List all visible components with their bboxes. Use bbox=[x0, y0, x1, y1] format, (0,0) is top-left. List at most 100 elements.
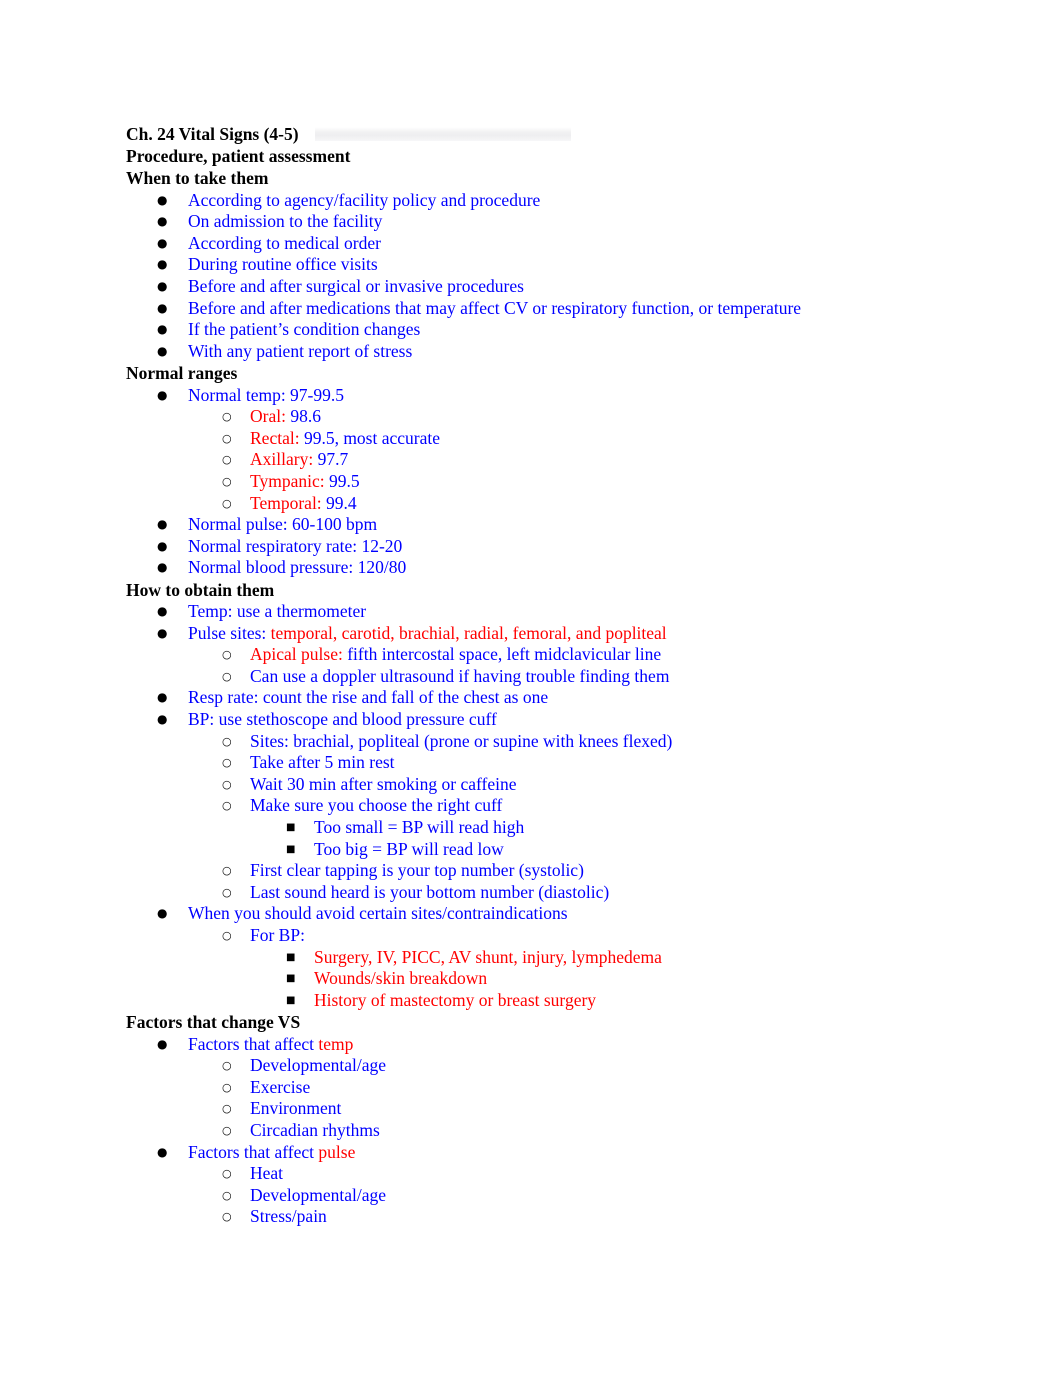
document-body: Ch. 24 Vital Signs (4-5) Procedure, pati… bbox=[126, 123, 926, 1228]
bullet-disc-icon: ● bbox=[157, 387, 168, 402]
bullet-disc-icon: ● bbox=[157, 1036, 168, 1051]
list-item-text: First clear tapping is your top number (… bbox=[250, 860, 584, 881]
list-item-text: Developmental/age bbox=[250, 1184, 387, 1205]
list-item-text: According to agency/facility policy and … bbox=[188, 189, 541, 210]
list-item: ● Before and after medications that may … bbox=[126, 298, 926, 320]
list-item: ○ Wait 30 min after smoking or caffeine bbox=[126, 774, 926, 796]
list-item: ○ Rectal: 99.5, most accurate bbox=[126, 428, 926, 450]
bullet-disc-icon: ● bbox=[157, 690, 168, 705]
list-item-text: For BP: bbox=[250, 925, 305, 946]
list-item: ○ Oral: 98.6 bbox=[126, 406, 926, 428]
list-item: ○ Circadian rhythms bbox=[126, 1120, 926, 1142]
temp-route-value: 99.5 bbox=[324, 470, 360, 491]
list-item: ○ Exercise bbox=[126, 1077, 926, 1099]
bullet-circle-icon: ○ bbox=[222, 648, 232, 662]
bullet-disc-icon: ● bbox=[157, 192, 168, 207]
list-item: ● Normal temp: 97-99.5 bbox=[126, 385, 926, 407]
list-item: ○ Can use a doppler ultrasound if having… bbox=[126, 666, 926, 688]
factors-temp-label: Factors that affect bbox=[188, 1033, 319, 1054]
when-to-take-list: ● According to agency/facility policy an… bbox=[126, 190, 926, 363]
document-title: Ch. 24 Vital Signs (4-5) bbox=[126, 124, 299, 144]
list-item-text: Resp rate: count the rise and fall of th… bbox=[188, 687, 549, 708]
bullet-disc-icon: ● bbox=[157, 257, 168, 272]
list-item-text: Can use a doppler ultrasound if having t… bbox=[250, 665, 670, 686]
list-item: ● Pulse sites: temporal, carotid, brachi… bbox=[126, 623, 926, 645]
list-item: ● Factors that affect temp bbox=[126, 1034, 926, 1056]
temp-route-value: 99.5, most accurate bbox=[299, 427, 440, 448]
list-item-text: Take after 5 min rest bbox=[250, 752, 395, 773]
factors-temp-keyword: temp bbox=[318, 1033, 354, 1054]
list-item-text: According to medical order bbox=[188, 232, 381, 253]
factors-pulse-keyword: pulse bbox=[318, 1141, 356, 1162]
bullet-disc-icon: ● bbox=[157, 300, 168, 315]
bullet-circle-icon: ○ bbox=[222, 756, 232, 770]
list-item: ● On admission to the facility bbox=[126, 211, 926, 233]
list-item: ○ Axillary: 97.7 bbox=[126, 449, 926, 471]
list-item-text: Wounds/skin breakdown bbox=[314, 968, 488, 989]
bullet-disc-icon: ● bbox=[157, 906, 168, 921]
bullet-disc-icon: ● bbox=[157, 604, 168, 619]
list-item-text: Normal temp: 97-99.5 bbox=[188, 384, 345, 405]
list-item-text: Before and after surgical or invasive pr… bbox=[188, 275, 524, 296]
list-item-text: Circadian rhythms bbox=[250, 1119, 380, 1140]
heading-normal-ranges: Normal ranges bbox=[126, 363, 238, 384]
heading-when-to-take: When to take them bbox=[126, 168, 269, 189]
how-to-obtain-list: ● Temp: use a thermometer ● Pulse sites:… bbox=[126, 601, 926, 1011]
list-item: ● Factors that affect pulse bbox=[126, 1142, 926, 1164]
list-item: ○ Sites: brachial, popliteal (prone or s… bbox=[126, 731, 926, 753]
temp-route-value: 98.6 bbox=[285, 406, 321, 427]
list-item: ■ Too small = BP will read high bbox=[126, 817, 926, 839]
list-item-text: On admission to the facility bbox=[188, 211, 383, 232]
apical-pulse-label: Apical pulse: bbox=[250, 644, 343, 665]
list-item: ○ Take after 5 min rest bbox=[126, 752, 926, 774]
bullet-circle-icon: ○ bbox=[222, 1167, 232, 1181]
bullet-circle-icon: ○ bbox=[222, 864, 232, 878]
bullet-circle-icon: ○ bbox=[222, 1059, 232, 1073]
bullet-circle-icon: ○ bbox=[222, 496, 232, 510]
factors-list: ● Factors that affect temp ○ Development… bbox=[126, 1034, 926, 1228]
list-item: ○ Last sound heard is your bottom number… bbox=[126, 882, 926, 904]
heading-factors-change-vs: Factors that change VS bbox=[126, 1012, 301, 1033]
bullet-circle-icon: ○ bbox=[222, 1123, 232, 1137]
bullet-square-icon: ■ bbox=[286, 843, 296, 855]
list-item: ● According to medical order bbox=[126, 233, 926, 255]
list-item-text: History of mastectomy or breast surgery bbox=[314, 989, 597, 1010]
list-item: ○ Apical pulse: fifth intercostal space,… bbox=[126, 644, 926, 666]
list-item: ● BP: use stethoscope and blood pressure… bbox=[126, 709, 926, 731]
list-item: ● Before and after surgical or invasive … bbox=[126, 276, 926, 298]
bullet-circle-icon: ○ bbox=[222, 474, 232, 488]
bullet-disc-icon: ● bbox=[157, 322, 168, 337]
bullet-circle-icon: ○ bbox=[222, 431, 232, 445]
list-item-text: Normal pulse: 60-100 bpm bbox=[188, 514, 378, 535]
apical-pulse-value: fifth intercostal space, left midclavicu… bbox=[342, 644, 662, 665]
list-item-text: Too small = BP will read high bbox=[314, 817, 525, 838]
list-item: ○ Heat bbox=[126, 1163, 926, 1185]
bullet-circle-icon: ○ bbox=[222, 777, 232, 791]
list-item-text: When you should avoid certain sites/cont… bbox=[188, 903, 568, 924]
list-item: ● Normal pulse: 60-100 bpm bbox=[126, 514, 926, 536]
temp-route-label: Temporal: bbox=[250, 492, 322, 513]
list-item: ● During routine office visits bbox=[126, 254, 926, 276]
temp-route-value: 97.7 bbox=[313, 449, 349, 470]
list-item-text: Normal blood pressure: 120/80 bbox=[188, 557, 407, 578]
factors-pulse-label: Factors that affect bbox=[188, 1141, 319, 1162]
list-item-text: Surgery, IV, PICC, AV shunt, injury, lym… bbox=[314, 946, 662, 967]
list-item-text: BP: use stethoscope and blood pressure c… bbox=[188, 709, 497, 730]
list-item-text: Environment bbox=[250, 1098, 342, 1119]
temp-route-label: Tympanic: bbox=[250, 470, 325, 491]
list-item-text: Normal respiratory rate: 12-20 bbox=[188, 535, 403, 556]
normal-ranges-list: ● Normal temp: 97-99.5 ○ Oral: 98.6 ○ Re… bbox=[126, 385, 926, 579]
bullet-circle-icon: ○ bbox=[222, 1080, 232, 1094]
list-item-text: If the patient’s condition changes bbox=[188, 319, 421, 340]
list-item: ● Normal blood pressure: 120/80 bbox=[126, 557, 926, 579]
list-item: ● When you should avoid certain sites/co… bbox=[126, 903, 926, 925]
list-item-text: Temp: use a thermometer bbox=[188, 601, 367, 622]
list-item: ■ Surgery, IV, PICC, AV shunt, injury, l… bbox=[126, 947, 926, 969]
temp-route-label: Rectal: bbox=[250, 427, 300, 448]
heading-how-to-obtain: How to obtain them bbox=[126, 579, 275, 600]
pulse-sites-value: temporal, carotid, brachial, radial, fem… bbox=[266, 622, 667, 643]
bullet-circle-icon: ○ bbox=[222, 734, 232, 748]
bullet-circle-icon: ○ bbox=[222, 799, 232, 813]
bullet-circle-icon: ○ bbox=[222, 1210, 232, 1224]
temp-route-value: 99.4 bbox=[321, 492, 357, 513]
